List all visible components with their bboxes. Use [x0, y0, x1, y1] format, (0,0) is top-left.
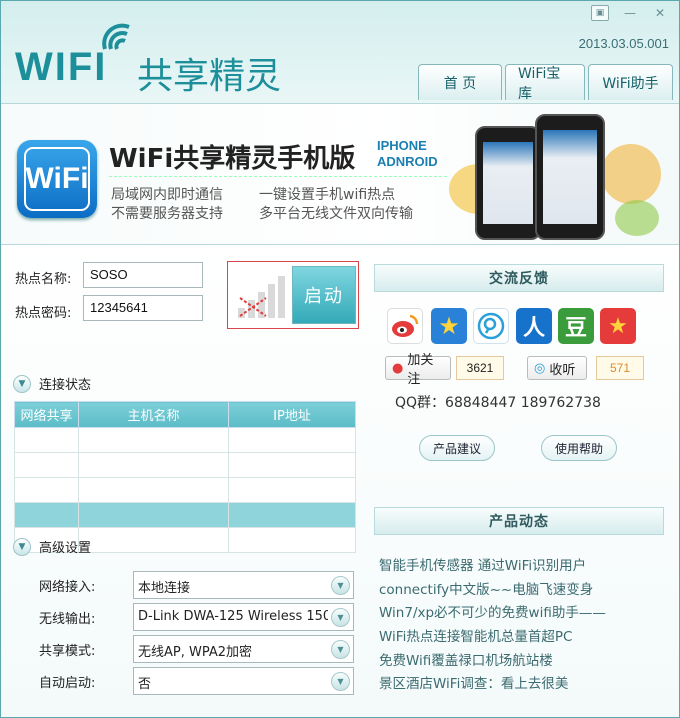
- network-access-select[interactable]: 本地连接 ▼: [133, 571, 354, 599]
- wifi-signal-icon: [102, 23, 130, 50]
- start-button[interactable]: 启动: [292, 266, 356, 324]
- advanced-settings-section[interactable]: ▼ 高级设置: [13, 537, 91, 556]
- mobile-app-banner[interactable]: WiFi WiFi共享精灵手机版 IPHONE ADNROID 局域网内即时通信…: [1, 103, 679, 245]
- qq-group-text: QQ群：68848447 189762738: [395, 395, 601, 411]
- news-link[interactable]: connectify中文版~~电脑飞速变身: [379, 578, 593, 598]
- dropdown-arrow-icon[interactable]: ▼: [331, 672, 350, 691]
- tab-wifi-assistant[interactable]: WiFi助手: [588, 64, 673, 100]
- banner-feature: 一键设置手机wifi热点: [259, 187, 396, 203]
- news-link[interactable]: 景区酒店WiFi调查：看上去很美: [379, 672, 568, 692]
- weibo-icon: ●: [392, 360, 404, 376]
- banner-feature: 局域网内即时通信: [111, 187, 223, 203]
- share-mode-select[interactable]: 无线AP, WPA2加密 ▼: [133, 635, 354, 663]
- connection-status-section[interactable]: ▼ 连接状态: [13, 374, 91, 393]
- tab-home[interactable]: 首 页: [418, 64, 502, 100]
- tencent-listener-count: 571: [596, 356, 644, 380]
- platform-iphone: IPHONE: [377, 138, 427, 153]
- tencent-weibo-icon[interactable]: [473, 308, 509, 344]
- app-window: WIFI 共享精灵 ▣ — ✕ 2013.03.05.001 首 页 WiFi宝…: [0, 0, 680, 718]
- chevron-down-icon: ▼: [13, 374, 31, 393]
- paint-splash: [615, 200, 659, 236]
- tencent-weibo-icon: ◎: [534, 360, 546, 376]
- news-link[interactable]: Win7/xp必不可少的免费wifi助手——: [379, 601, 606, 621]
- window-controls: ▣ — ✕: [591, 5, 669, 21]
- weibo-follower-count: 3621: [456, 356, 504, 380]
- main-tabs: 首 页 WiFi宝库 WiFi助手: [418, 64, 673, 102]
- banner-platforms: IPHONE ADNROID: [377, 138, 438, 170]
- douban-icon[interactable]: 豆: [558, 308, 594, 344]
- close-button[interactable]: ✕: [651, 5, 669, 21]
- banner-title: WiFi共享精灵手机版: [109, 144, 356, 174]
- title-bar: WIFI 共享精灵 ▣ — ✕ 2013.03.05.001 首 页 WiFi宝…: [1, 1, 679, 103]
- table-row[interactable]: [14, 427, 356, 453]
- table-row-selected[interactable]: [14, 502, 356, 528]
- iphone-image: [475, 126, 541, 240]
- hotspot-password-label: 热点密码:: [15, 306, 72, 321]
- auto-start-select[interactable]: 否 ▼: [133, 667, 354, 695]
- dropdown-arrow-icon[interactable]: ▼: [331, 576, 350, 595]
- wireless-output-select[interactable]: D-Link DWA-125 Wireless 150 ▼: [133, 603, 354, 631]
- column-header[interactable]: 网络共享: [14, 401, 79, 428]
- share-mode-label: 共享模式:: [39, 644, 96, 659]
- hotspot-name-label: 热点名称:: [15, 272, 72, 287]
- network-access-label: 网络接入:: [39, 580, 96, 595]
- weibo-icon[interactable]: [387, 308, 423, 344]
- banner-feature: 多平台无线文件双向传输: [259, 206, 413, 222]
- wifi-app-icon: WiFi: [17, 140, 97, 218]
- renren-icon[interactable]: 人: [516, 308, 552, 344]
- connection-status-title: 连接状态: [39, 378, 92, 393]
- hotspot-name-input[interactable]: SOSO: [83, 262, 203, 288]
- phones-image: [471, 110, 611, 244]
- logo-chinese-text: 共享精灵: [137, 56, 282, 97]
- version-label: 2013.03.05.001: [578, 36, 669, 51]
- column-header[interactable]: 主机名称: [78, 401, 229, 428]
- wireless-output-label: 无线输出:: [39, 612, 96, 627]
- user-help-button[interactable]: 使用帮助: [541, 435, 617, 461]
- feedback-header: 交流反馈: [374, 264, 664, 292]
- logo-wifi-text: WIFI: [15, 45, 108, 89]
- connection-table: 网络共享 主机名称 IP地址: [14, 401, 356, 553]
- weibo-follow-button[interactable]: ● 加关注: [385, 353, 451, 387]
- column-header[interactable]: IP地址: [228, 401, 356, 428]
- product-suggestion-button[interactable]: 产品建议: [419, 435, 495, 461]
- auto-start-label: 自动启动:: [39, 676, 96, 691]
- dropdown-arrow-icon[interactable]: ▼: [331, 640, 350, 659]
- signal-strength-icon: [238, 276, 285, 318]
- platform-android: ADNROID: [377, 154, 438, 169]
- product-news-header: 产品动态: [374, 507, 664, 535]
- news-link[interactable]: 免费Wifi覆盖禄口机场航站楼: [379, 649, 553, 669]
- qzone-star-icon[interactable]: ★: [431, 308, 467, 344]
- hotspot-password-input[interactable]: 12345641: [83, 295, 203, 321]
- banner-feature: 不需要服务器支持: [111, 206, 223, 222]
- tencent-listen-button[interactable]: ◎ 收听: [527, 356, 587, 380]
- skin-button[interactable]: ▣: [591, 5, 609, 21]
- start-panel: 启动: [227, 261, 359, 329]
- dropdown-arrow-icon[interactable]: ▼: [331, 608, 350, 627]
- news-link[interactable]: WiFi热点连接智能机总量首超PC: [379, 625, 572, 645]
- app-logo: WIFI 共享精灵: [15, 19, 305, 97]
- advanced-settings-title: 高级设置: [39, 541, 92, 556]
- chevron-down-icon: ▼: [13, 537, 31, 556]
- minimize-button[interactable]: —: [621, 5, 639, 21]
- android-phone-image: [535, 114, 605, 240]
- kaixin-icon[interactable]: ★: [600, 308, 636, 344]
- tab-wifi-library[interactable]: WiFi宝库: [505, 64, 585, 102]
- table-row[interactable]: [14, 477, 356, 503]
- table-row[interactable]: [14, 452, 356, 478]
- table-header-row: 网络共享 主机名称 IP地址: [14, 401, 356, 428]
- news-link[interactable]: 智能手机传感器 通过WiFi识别用户: [379, 554, 586, 574]
- banner-divider: [109, 176, 447, 177]
